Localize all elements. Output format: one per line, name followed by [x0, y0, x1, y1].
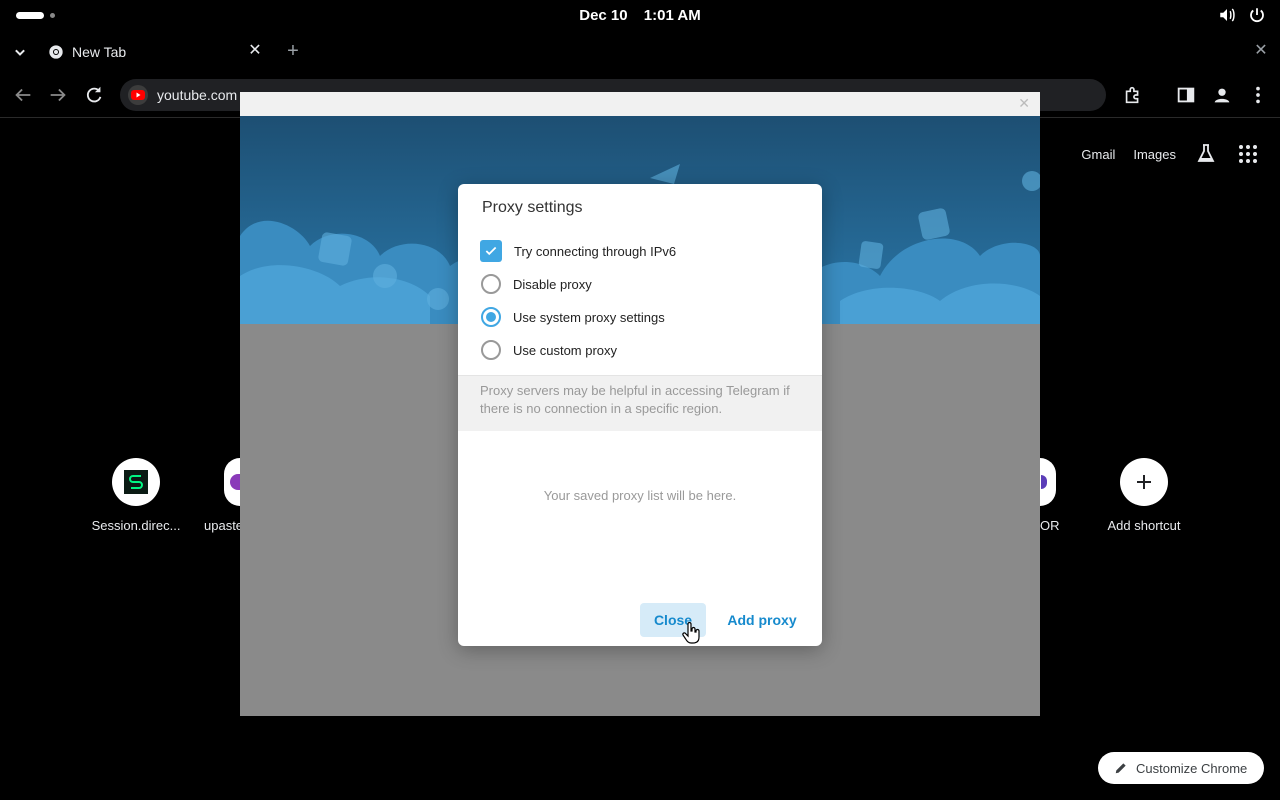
clock-date: Dec 10 — [579, 7, 628, 24]
tab-strip: New Tab ✕ + ✕ — [0, 32, 1280, 72]
shortcut-or[interactable]: OR — [1040, 458, 1060, 533]
forward-arrow-icon[interactable] — [47, 84, 69, 106]
address-text: youtube.com — [157, 87, 238, 103]
hand-cursor-icon — [682, 622, 700, 644]
window-close-button[interactable]: ✕ — [1252, 42, 1270, 60]
youtube-favicon — [128, 85, 148, 105]
option-label: Use custom proxy — [513, 342, 618, 358]
images-link[interactable]: Images — [1133, 147, 1176, 162]
add-shortcut-button[interactable]: Add shortcut — [1096, 458, 1192, 533]
tab-close-button[interactable]: ✕ — [246, 42, 264, 60]
labs-flask-icon[interactable] — [1194, 142, 1218, 166]
telegram-titlebar: ✕ — [240, 92, 1040, 116]
apps-grid-icon[interactable] — [1236, 142, 1260, 166]
custom-proxy-option[interactable]: Use custom proxy — [480, 339, 617, 361]
checkmark-icon — [485, 246, 497, 256]
telegram-close-icon[interactable]: ✕ — [1018, 95, 1030, 112]
or-logo-icon — [1041, 475, 1047, 489]
shortcut-session[interactable]: Session.direc... — [88, 458, 184, 533]
gmail-link[interactable]: Gmail — [1081, 147, 1115, 162]
ipv6-checkbox[interactable] — [480, 240, 502, 262]
shortcut-tile — [112, 458, 160, 506]
shortcut-label: Session.direc... — [91, 518, 181, 533]
option-label: Disable proxy — [513, 276, 592, 292]
shortcut-upaste[interactable]: upaste — [200, 458, 240, 533]
back-arrow-icon[interactable] — [12, 84, 34, 106]
system-top-bar: Dec 10 1:01 AM — [0, 0, 1280, 32]
proxy-settings-dialog: Proxy settings Try connecting through IP… — [458, 184, 822, 646]
shortcut-label: OR — [1040, 518, 1060, 533]
system-proxy-option[interactable]: Use system proxy settings — [480, 306, 665, 328]
clock-time: 1:01 AM — [643, 7, 701, 24]
more-menu-icon[interactable] — [1247, 84, 1269, 106]
shortcut-tile — [1120, 458, 1168, 506]
customize-chrome-button[interactable]: Customize Chrome — [1098, 752, 1264, 784]
disable-proxy-radio[interactable] — [481, 274, 501, 294]
disable-proxy-option[interactable]: Disable proxy — [480, 273, 592, 295]
system-proxy-radio[interactable] — [481, 307, 501, 327]
ntp-header-links: Gmail Images — [1081, 142, 1260, 166]
dialog-title: Proxy settings — [482, 199, 583, 216]
upaste-logo-icon — [230, 474, 240, 490]
shortcut-label: Add shortcut — [1107, 518, 1181, 533]
add-proxy-button[interactable]: Add proxy — [720, 603, 804, 637]
side-panel-icon[interactable] — [1175, 84, 1197, 106]
option-label: Try connecting through IPv6 — [514, 243, 677, 259]
tab-new-tab[interactable]: New Tab ✕ — [40, 36, 272, 68]
tab-search-chevron-icon[interactable] — [10, 42, 30, 62]
chrome-icon — [49, 45, 63, 59]
shortcut-label: upaste — [204, 518, 240, 533]
shortcut-tile — [224, 458, 240, 506]
plus-icon — [1137, 475, 1151, 489]
volume-icon[interactable] — [1218, 6, 1236, 24]
option-label: Use system proxy settings — [513, 309, 665, 325]
shortcut-tile — [1040, 458, 1056, 506]
new-tab-button[interactable]: + — [282, 40, 304, 62]
reload-icon[interactable] — [83, 84, 105, 106]
custom-proxy-radio[interactable] — [481, 340, 501, 360]
system-clock[interactable]: Dec 10 1:01 AM — [0, 7, 1280, 24]
empty-proxy-list-text: Your saved proxy list will be here. — [543, 488, 737, 503]
extensions-puzzle-icon[interactable] — [1122, 84, 1144, 106]
pencil-icon — [1115, 763, 1126, 774]
tab-title: New Tab — [72, 44, 127, 60]
profile-avatar-icon[interactable] — [1211, 84, 1233, 106]
customize-chrome-label: Customize Chrome — [1136, 760, 1248, 776]
session-logo-icon — [124, 470, 148, 494]
proxy-about-text: Proxy servers may be helpful in accessin… — [458, 375, 822, 431]
ipv6-checkbox-option[interactable]: Try connecting through IPv6 — [480, 240, 676, 262]
power-icon[interactable] — [1248, 6, 1266, 24]
